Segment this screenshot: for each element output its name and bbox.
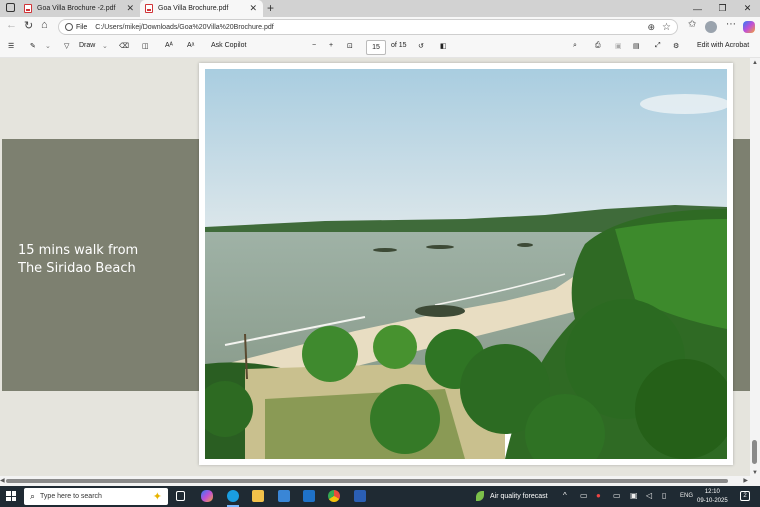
favorites-icon[interactable]: ✩ [688, 19, 696, 30]
tab-label: Goa Villa Brochure -2.pdf [37, 5, 116, 12]
ask-copilot-button[interactable]: Ask Copilot [211, 42, 246, 49]
task-view-icon[interactable] [176, 491, 185, 501]
new-tab-button[interactable]: + [267, 1, 274, 15]
contents-icon[interactable]: ☰ [8, 42, 14, 50]
store-icon[interactable] [278, 490, 290, 502]
window-controls: — ❐ ✕ [685, 0, 760, 17]
network-icon[interactable]: ▣ [630, 491, 638, 500]
text-size-icon[interactable]: Aᴬ [165, 42, 173, 49]
taskbar-search[interactable]: ⌕ Type here to search ✦ [24, 488, 168, 505]
edit-with-acrobat-button[interactable]: Edit with Acrobat [697, 42, 749, 49]
clock-time: 12:10 [704, 489, 720, 495]
restore-icon[interactable]: ❐ [710, 3, 735, 14]
beach-photo [205, 69, 727, 459]
horizontal-scroll-thumb[interactable] [6, 479, 728, 483]
pdf-viewport[interactable]: 15 mins walk from The Siridao Beach [0, 58, 750, 476]
tray-extra-icon[interactable]: ▯ [662, 491, 666, 500]
search-icon[interactable]: ⌕ [573, 42, 577, 50]
caption-line-2: The Siridao Beach [18, 261, 136, 276]
windows-start-icon[interactable] [6, 491, 16, 501]
volume-icon[interactable]: ◁ [646, 491, 652, 500]
fit-page-icon[interactable]: ⊡ [347, 42, 353, 50]
address-row: ← ↻ ⌂ File C:/Users/mikej/Downloads/Goa%… [0, 17, 760, 37]
weather-label: Air quality forecast [490, 492, 548, 500]
minimize-icon[interactable]: — [685, 4, 710, 14]
page-view-icon[interactable]: ◫ [142, 42, 149, 50]
draw-icon[interactable]: ▽ [64, 42, 69, 50]
read-aloud-icon[interactable]: Aᵃ [187, 42, 194, 49]
tab-label: Goa Villa Brochure.pdf [158, 5, 229, 12]
close-window-icon[interactable]: ✕ [735, 3, 760, 14]
pdf-page: 15 mins walk from The Siridao Beach [0, 58, 750, 476]
info-icon[interactable] [65, 23, 73, 31]
search-icon: ⌕ [30, 491, 36, 501]
beach-photo-frame [199, 63, 733, 465]
weather-widget[interactable]: Air quality forecast [476, 491, 548, 501]
settings-gear-icon[interactable]: ⚙ [673, 42, 679, 50]
zoom-icon[interactable]: ⊕ [647, 22, 655, 33]
highlight-icon[interactable]: ✎ [30, 42, 36, 50]
pdf-file-icon [24, 4, 32, 13]
save-as-icon[interactable]: ▤ [633, 42, 640, 50]
beach-photo-illustration [205, 69, 727, 459]
file-explorer-icon[interactable] [252, 490, 264, 502]
print-icon[interactable]: ⎙ [595, 42, 601, 50]
search-placeholder: Type here to search [40, 493, 102, 500]
scroll-right-icon[interactable]: ▶ [743, 477, 748, 484]
tab-strip: Goa Villa Brochure -2.pdf ✕ Goa Villa Br… [0, 0, 760, 17]
clock[interactable]: 12:10 09-10-2025 [697, 488, 728, 506]
zoom-out-icon[interactable]: − [312, 42, 316, 49]
copilot-app-icon[interactable] [201, 490, 213, 502]
tray-app-icon[interactable]: ▭ [580, 491, 588, 500]
home-icon[interactable]: ⌂ [41, 19, 48, 31]
word-icon[interactable] [354, 490, 366, 502]
refresh-icon[interactable]: ↻ [24, 19, 33, 32]
copilot-icon[interactable] [743, 21, 755, 33]
outlook-icon[interactable] [303, 490, 315, 502]
tab-goa-villa-brochure-2[interactable]: Goa Villa Brochure -2.pdf ✕ [20, 0, 140, 17]
url-text[interactable]: C:/Users/mikej/Downloads/Goa%20Villa%20B… [95, 24, 273, 31]
language-indicator[interactable]: ENG [680, 493, 693, 499]
more-options-icon[interactable]: ⋯ [726, 19, 736, 30]
tab-actions-icon[interactable] [6, 3, 15, 12]
page-number-input[interactable]: 15 [366, 40, 386, 55]
pdf-toolbar: ☰ ✎ ⌄ ▽ Draw ⌄ ⌫ ◫ Aᴬ Aᵃ Ask Copilot − +… [0, 37, 760, 58]
chevron-down-icon[interactable]: ⌄ [102, 42, 108, 50]
tab-goa-villa-brochure[interactable]: Goa Villa Brochure.pdf ✕ [140, 0, 263, 17]
battery-icon[interactable]: ▭ [613, 491, 621, 500]
horizontal-scrollbar[interactable]: ◀ ▶ [0, 476, 760, 486]
clock-date: 09-10-2025 [697, 498, 728, 504]
two-page-icon[interactable]: ◧ [440, 42, 447, 50]
scroll-left-icon[interactable]: ◀ [0, 477, 5, 484]
tray-security-icon[interactable]: ● [596, 491, 601, 500]
page-caption: 15 mins walk from The Siridao Beach [18, 242, 138, 278]
close-tab-icon[interactable]: ✕ [249, 3, 257, 14]
close-tab-icon[interactable]: ✕ [126, 3, 134, 14]
draw-button[interactable]: Draw [79, 42, 95, 49]
page-total: of 15 [391, 42, 407, 49]
scheme-label: File [76, 23, 88, 31]
scroll-up-icon[interactable]: ▲ [752, 60, 758, 66]
pdf-file-icon [145, 4, 153, 13]
vertical-scroll-thumb[interactable] [752, 440, 757, 464]
chevron-down-icon[interactable]: ⌄ [45, 42, 51, 50]
notification-center-icon[interactable]: 2 [740, 491, 750, 501]
search-highlight-icon: ✦ [152, 491, 162, 503]
air-quality-icon [476, 491, 484, 501]
windows-taskbar: ⌕ Type here to search ✦ Air quality fore… [0, 486, 760, 507]
edge-icon[interactable] [227, 490, 239, 502]
show-hidden-icons-chevron-icon[interactable]: ^ [563, 491, 567, 500]
avatar[interactable] [705, 21, 717, 33]
address-bar[interactable]: File C:/Users/mikej/Downloads/Goa%20Vill… [58, 19, 678, 35]
chrome-icon[interactable] [328, 490, 340, 502]
caption-line-1: 15 mins walk from [18, 243, 139, 258]
fullscreen-icon[interactable]: ⤢ [655, 42, 661, 50]
favorite-star-icon[interactable]: ☆ [662, 22, 671, 33]
save-icon[interactable]: ▣ [615, 42, 622, 50]
vertical-scrollbar[interactable]: ▲ ▼ [750, 58, 760, 476]
erase-icon[interactable]: ⌫ [119, 42, 129, 50]
rotate-icon[interactable]: ↺ [418, 42, 424, 50]
zoom-in-icon[interactable]: + [329, 42, 333, 49]
back-icon[interactable]: ← [6, 19, 17, 31]
